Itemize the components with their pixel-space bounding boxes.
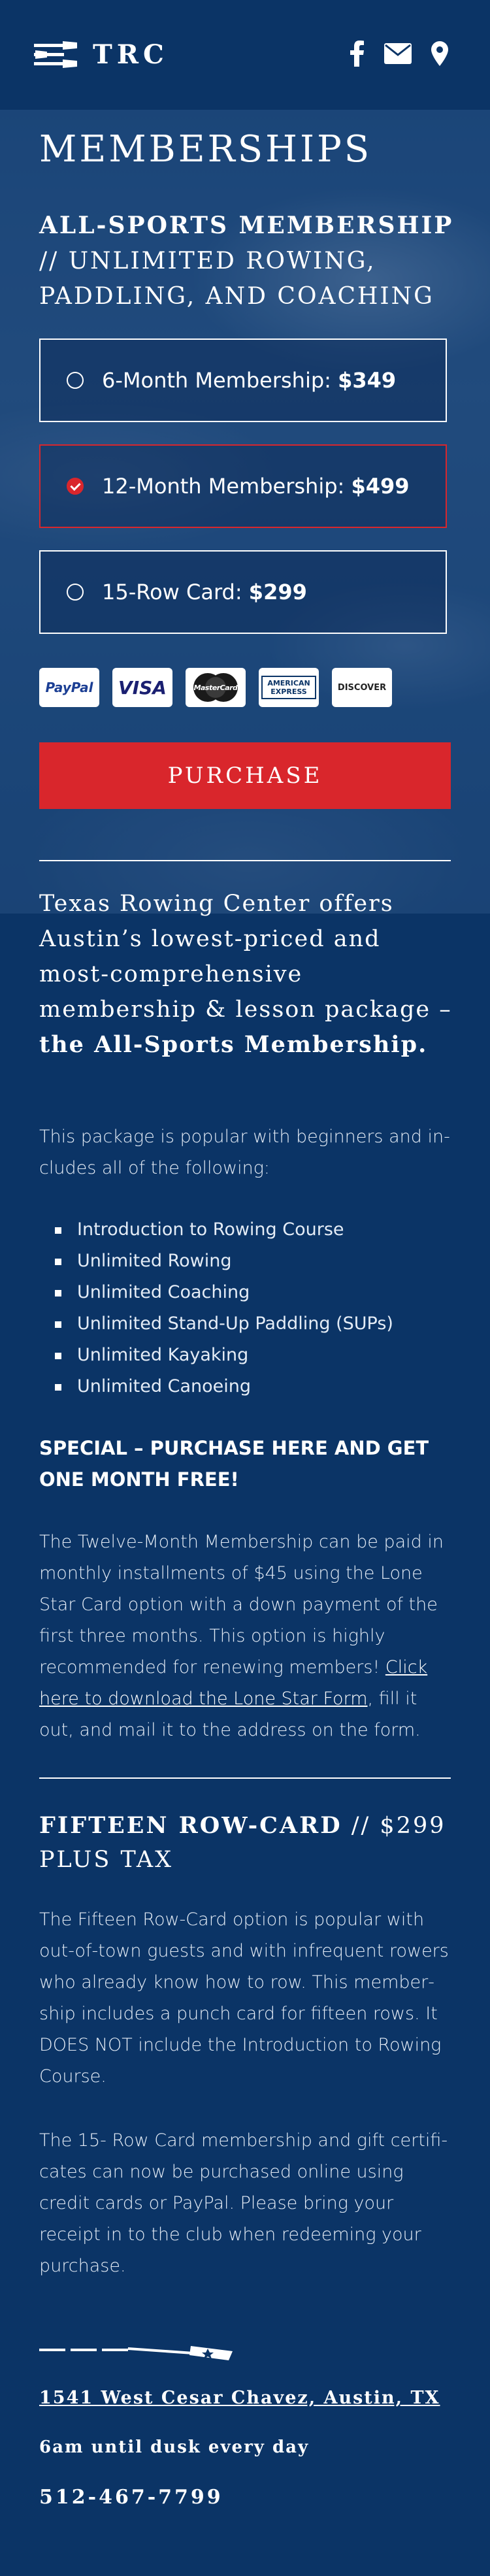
card-label: AMERICAN EXPRESS [261, 676, 316, 699]
fifteen-description: The Fifteen Row-Card option is popular w… [39, 1909, 449, 2087]
option-12-month[interactable]: 12-Month Membership: $499 [39, 444, 447, 528]
radio-6-month[interactable] [67, 372, 84, 389]
oars-logo-icon [34, 41, 77, 68]
footer-phone[interactable]: 512-467-7799 [39, 2486, 223, 2509]
option-text: 15-Row Card: [102, 580, 249, 604]
list-item: Introduction to Rowing Course [39, 1214, 451, 1246]
subtitle-bold: ALL-SPORTS MEMBERSHIP [39, 212, 454, 239]
twelve-month-description: The Twelve-Month Membership can be paid … [39, 1527, 451, 1746]
page-title: MEMBERSHIPS [39, 128, 372, 171]
special-offer: SPECIAL – PURCHASE HERE AND GET ONE MONT… [39, 1437, 429, 1491]
option-15-row-card[interactable]: 15-Row Card: $299 [39, 550, 447, 634]
twelve-month-text: The Twelve-Month Membership can be paid … [39, 1532, 444, 1677]
footer-hours: 6am until dusk every day [39, 2437, 310, 2457]
facebook-icon[interactable] [350, 41, 365, 69]
footer-address[interactable]: 1541 West Cesar Chavez, Austin, TX [39, 2388, 440, 2408]
option-text: 12-Month Membership: [102, 474, 351, 499]
option-label: 6-Month Membership: $349 [102, 368, 396, 393]
divider [39, 860, 451, 861]
card-label: VISA [118, 676, 167, 699]
list-item: Unlimited Coaching [39, 1277, 451, 1308]
amex-card-icon: AMERICAN EXPRESS [259, 668, 319, 707]
subtitle-separator: // [39, 248, 69, 274]
visa-card-icon: VISA [112, 668, 172, 707]
purchase-button[interactable]: PURCHASE [39, 742, 451, 809]
mastercard-card-icon: MasterCard [186, 668, 246, 707]
card-label: DISCOVER [337, 682, 387, 693]
package-description: This package is popular with beginners a… [39, 1127, 450, 1178]
list-item: Unlimited Canoeing [39, 1371, 451, 1402]
fifteen-row-card-title: FIFTEEN ROW-CARD // $299 PLUS TAX [39, 1809, 457, 1877]
site-header: TRC [0, 0, 490, 110]
list-item: Unlimited Stand-Up Paddling (SUPs) [39, 1308, 451, 1340]
card-label: PayPal [45, 680, 93, 695]
option-label: 12-Month Membership: $499 [102, 474, 410, 499]
logo[interactable]: TRC [34, 39, 169, 70]
membership-subtitle: ALL-SPORTS MEMBERSHIP // UNLIMITED ROWIN… [39, 208, 457, 314]
intro-bold: the All-Sports Membership. [39, 1031, 428, 1058]
package-list: Introduction to Rowing Course Unlimited … [39, 1214, 451, 1402]
radio-15-row-card[interactable] [67, 584, 84, 601]
intro-text: Texas Rowing Center offers Austin’s lowe… [39, 891, 452, 1023]
paypal-card-icon: PayPal [39, 668, 99, 707]
card-label: MasterCard [193, 683, 238, 692]
discover-card-icon: DISCOVER [332, 668, 392, 707]
radio-12-month-checked[interactable] [67, 478, 84, 495]
payment-cards: PayPal VISA MasterCard AMERICAN EXPRESS … [39, 668, 392, 707]
option-label: 15-Row Card: $299 [102, 580, 307, 604]
email-icon[interactable] [384, 43, 412, 67]
logo-text: TRC [93, 39, 169, 70]
option-6-month[interactable]: 6-Month Membership: $349 [39, 339, 447, 422]
option-price: $299 [248, 580, 307, 604]
page: TRC MEMBERSHIPS ALL-SPORTS MEMBERSHIP //… [0, 0, 490, 2576]
divider [39, 1777, 451, 1779]
intro-heading: Texas Rowing Center offers Austin’s lowe… [39, 886, 457, 1063]
subtitle-rest: UNLIMITED ROWING, PADDLING, AND COACHING [39, 248, 434, 310]
header-icons [350, 41, 448, 69]
footer-oars-icon [39, 2339, 235, 2368]
option-price: $349 [338, 368, 397, 393]
list-item: Unlimited Kayaking [39, 1340, 451, 1371]
option-price: $499 [351, 474, 410, 499]
fifteen-online-purchase: The 15- Row Card membership and gift cer… [39, 2130, 448, 2276]
option-text: 6-Month Membership: [102, 368, 338, 393]
map-pin-icon[interactable] [431, 41, 448, 69]
list-item: Unlimited Rowing [39, 1246, 451, 1277]
section-title-bold: FIFTEEN ROW-CARD [39, 1812, 342, 1839]
